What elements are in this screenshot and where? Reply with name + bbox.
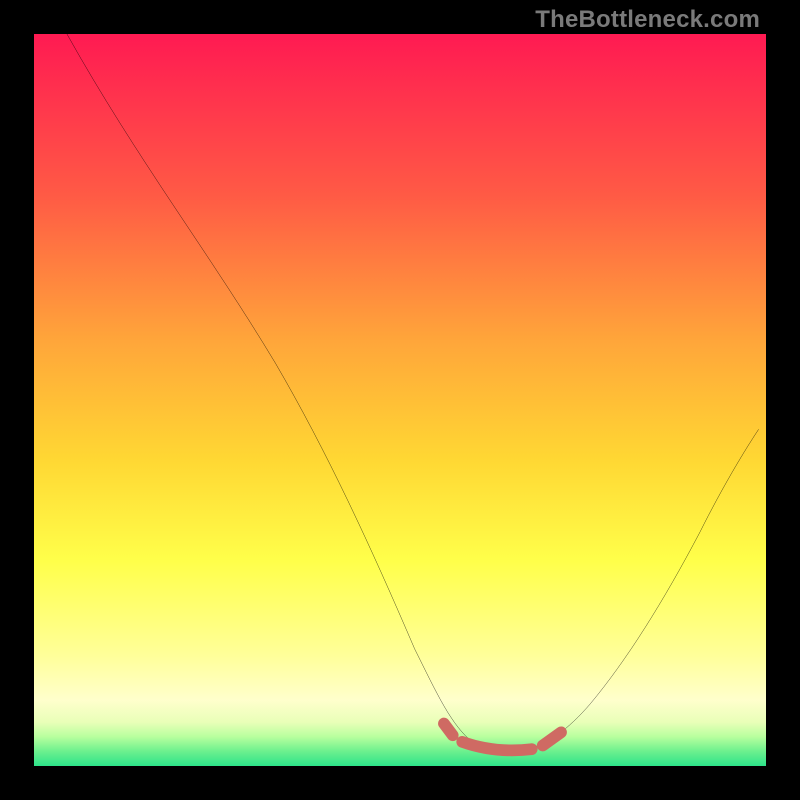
plot-area (34, 34, 766, 766)
watermark-text: TheBottleneck.com (535, 6, 760, 34)
chart-stage: TheBottleneck.com (0, 0, 800, 800)
optimal-range-marker (444, 724, 561, 751)
curve-path (67, 34, 759, 751)
bottleneck-curve (34, 34, 766, 766)
